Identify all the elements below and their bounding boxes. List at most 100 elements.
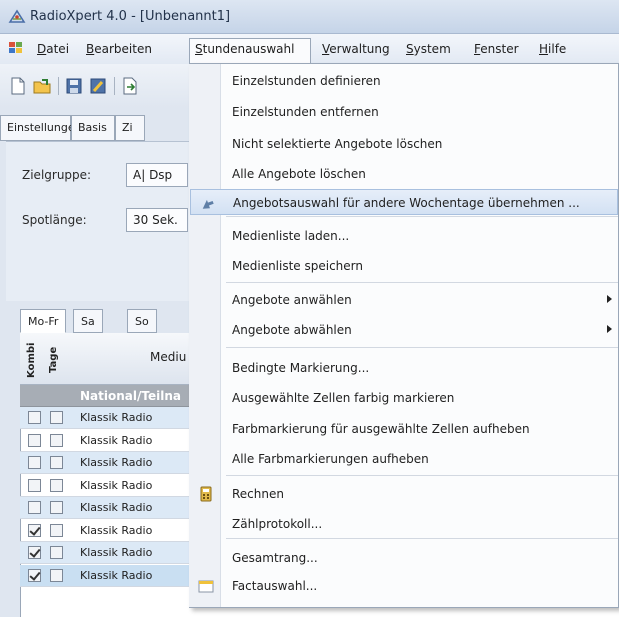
tage-checkbox[interactable] (50, 479, 63, 492)
menu-datei[interactable]: Datei (37, 42, 69, 56)
menu-item-label: Einzelstunden definieren (232, 74, 381, 88)
row-media-name: Klassik Radio (80, 434, 153, 447)
menu-item-ausgewahlte-zellen-farbig-markieren[interactable]: Ausgewählte Zellen farbig markieren (190, 385, 618, 411)
row-media-name: Klassik Radio (80, 501, 153, 514)
menu-stundenauswahl[interactable]: Stundenauswahl (195, 42, 294, 56)
tage-checkbox[interactable] (50, 434, 63, 447)
menu-separator (226, 475, 618, 476)
edit-icon[interactable] (88, 76, 108, 96)
menu-item-medienliste-laden[interactable]: Medienliste laden... (190, 223, 618, 249)
menu-item-angebotsauswahl-fur-andere-wochentage-ubernehmen[interactable]: Angebotsauswahl für andere Wochentage üb… (190, 189, 618, 215)
menu-item-rechnen[interactable]: Rechnen (190, 481, 618, 507)
submenu-arrow-icon (607, 295, 612, 303)
tab-basis[interactable]: Basis (71, 115, 115, 141)
tab-mo-fr[interactable]: Mo-Fr (20, 309, 67, 333)
kombi-checkbox[interactable] (28, 546, 41, 559)
tab-sa[interactable]: Sa (73, 309, 103, 333)
menu-item-alle-angebote-loschen[interactable]: Alle Angebote löschen (190, 161, 618, 187)
menu-item-angebote-abwahlen[interactable]: Angebote abwählen (190, 317, 618, 343)
menu-item-label: Zählprotokoll... (232, 517, 323, 531)
save-icon[interactable] (64, 76, 84, 96)
toolbar-separator (58, 77, 59, 95)
menu-item-label: Farbmarkierung für ausgewählte Zellen au… (232, 422, 530, 436)
spotlaenge-label: Spotlänge: (22, 213, 87, 227)
export-icon[interactable] (120, 76, 140, 96)
menu-separator (226, 347, 618, 348)
zielgruppe-label: Zielgruppe: (22, 168, 92, 182)
document-icon[interactable] (8, 41, 24, 55)
arrow-icon (202, 199, 214, 209)
kombi-checkbox[interactable] (28, 411, 41, 424)
menu-item-label: Nicht selektierte Angebote löschen (232, 137, 443, 151)
menu-bearbeiten[interactable]: Bearbeiten (86, 42, 152, 56)
menu-item-label: Alle Farbmarkierungen aufheben (232, 452, 429, 466)
window-title: RadioXpert 4.0 - [Unbenannt1] (30, 9, 231, 24)
kombi-checkbox[interactable] (28, 479, 41, 492)
kombi-checkbox[interactable] (28, 434, 41, 447)
toolbar-separator (114, 77, 115, 95)
menu-hilfe[interactable]: Hilfe (539, 42, 566, 56)
submenu-arrow-icon (607, 325, 612, 333)
kombi-checkbox[interactable] (28, 501, 41, 514)
menu-item-einzelstunden-definieren[interactable]: Einzelstunden definieren (190, 68, 618, 94)
kombi-checkbox[interactable] (28, 456, 41, 469)
tab-so[interactable]: So (127, 309, 157, 333)
menu-separator (226, 216, 618, 217)
menu-item-factauswahl[interactable]: Factauswahl... (190, 573, 618, 599)
menu-item-label: Gesamtrang... (232, 551, 318, 565)
tage-checkbox[interactable] (50, 411, 63, 424)
app-logo-icon (8, 9, 26, 23)
menu-item-label: Bedingte Markierung... (232, 361, 370, 375)
tage-checkbox[interactable] (50, 546, 63, 559)
row-media-name: Klassik Radio (80, 479, 153, 492)
zielgruppe-select[interactable]: A| Dsp (126, 163, 188, 187)
column-header-kombi[interactable]: Kombi (26, 340, 42, 380)
kombi-checkbox[interactable] (28, 569, 41, 582)
menu-item-label: Factauswahl... (232, 579, 318, 593)
title-bar: RadioXpert 4.0 - [Unbenannt1] (0, 0, 619, 34)
row-media-name: Klassik Radio (80, 456, 153, 469)
row-media-name: Klassik Radio (80, 411, 153, 424)
tab-zi[interactable]: Zi (115, 115, 145, 141)
menu-item-label: Ausgewählte Zellen farbig markieren (232, 391, 455, 405)
menu-fenster[interactable]: Fenster (474, 42, 519, 56)
column-header-medium[interactable]: Mediu (150, 350, 186, 364)
menu-separator (226, 282, 618, 283)
column-header-tage[interactable]: Tage (48, 340, 64, 380)
new-file-icon[interactable] (8, 76, 28, 96)
window-icon (198, 580, 214, 593)
menu-item-gesamtrang[interactable]: Gesamtrang... (190, 545, 618, 571)
calculator-icon (200, 486, 212, 502)
spotlaenge-select[interactable]: 30 Sek. (126, 208, 188, 232)
kombi-checkbox[interactable] (28, 524, 41, 537)
menu-item-label: Angebotsauswahl für andere Wochentage üb… (233, 196, 580, 210)
menu-item-label: Angebote abwählen (232, 323, 352, 337)
menu-verwaltung[interactable]: Verwaltung (322, 42, 390, 56)
menu-item-einzelstunden-entfernen[interactable]: Einzelstunden entfernen (190, 99, 618, 125)
tage-checkbox[interactable] (50, 501, 63, 514)
menu-item-medienliste-speichern[interactable]: Medienliste speichern (190, 253, 618, 279)
menu-item-label: Rechnen (232, 487, 284, 501)
menu-item-label: Angebote anwählen (232, 293, 352, 307)
menu-system[interactable]: System (406, 42, 451, 56)
menu-item-nicht-selektierte-angebote-loschen[interactable]: Nicht selektierte Angebote löschen (190, 131, 618, 157)
menu-item-bedingte-markierung[interactable]: Bedingte Markierung... (190, 355, 618, 381)
row-media-name: Klassik Radio (80, 524, 153, 537)
group-label: National/Teilna (80, 389, 181, 403)
menu-item-label: Medienliste laden... (232, 229, 350, 243)
tab-einstellungen[interactable]: Einstellungen (0, 115, 82, 141)
open-folder-icon[interactable] (32, 76, 52, 96)
row-media-name: Klassik Radio (80, 546, 153, 559)
menu-item-alle-farbmarkierungen-aufheben[interactable]: Alle Farbmarkierungen aufheben (190, 446, 618, 472)
menu-separator (226, 538, 618, 539)
menu-item-label: Medienliste speichern (232, 259, 363, 273)
menu-item-angebote-anwahlen[interactable]: Angebote anwählen (190, 287, 618, 313)
tage-checkbox[interactable] (50, 524, 63, 537)
row-media-name: Klassik Radio (80, 569, 153, 582)
tage-checkbox[interactable] (50, 456, 63, 469)
menu-item-zahlprotokoll[interactable]: Zählprotokoll... (190, 511, 618, 537)
tage-checkbox[interactable] (50, 569, 63, 582)
menu-item-farbmarkierung-fur-ausgewahlte-zellen-aufheben[interactable]: Farbmarkierung für ausgewählte Zellen au… (190, 416, 618, 442)
menu-item-label: Alle Angebote löschen (232, 167, 366, 181)
menu-item-label: Einzelstunden entfernen (232, 105, 379, 119)
